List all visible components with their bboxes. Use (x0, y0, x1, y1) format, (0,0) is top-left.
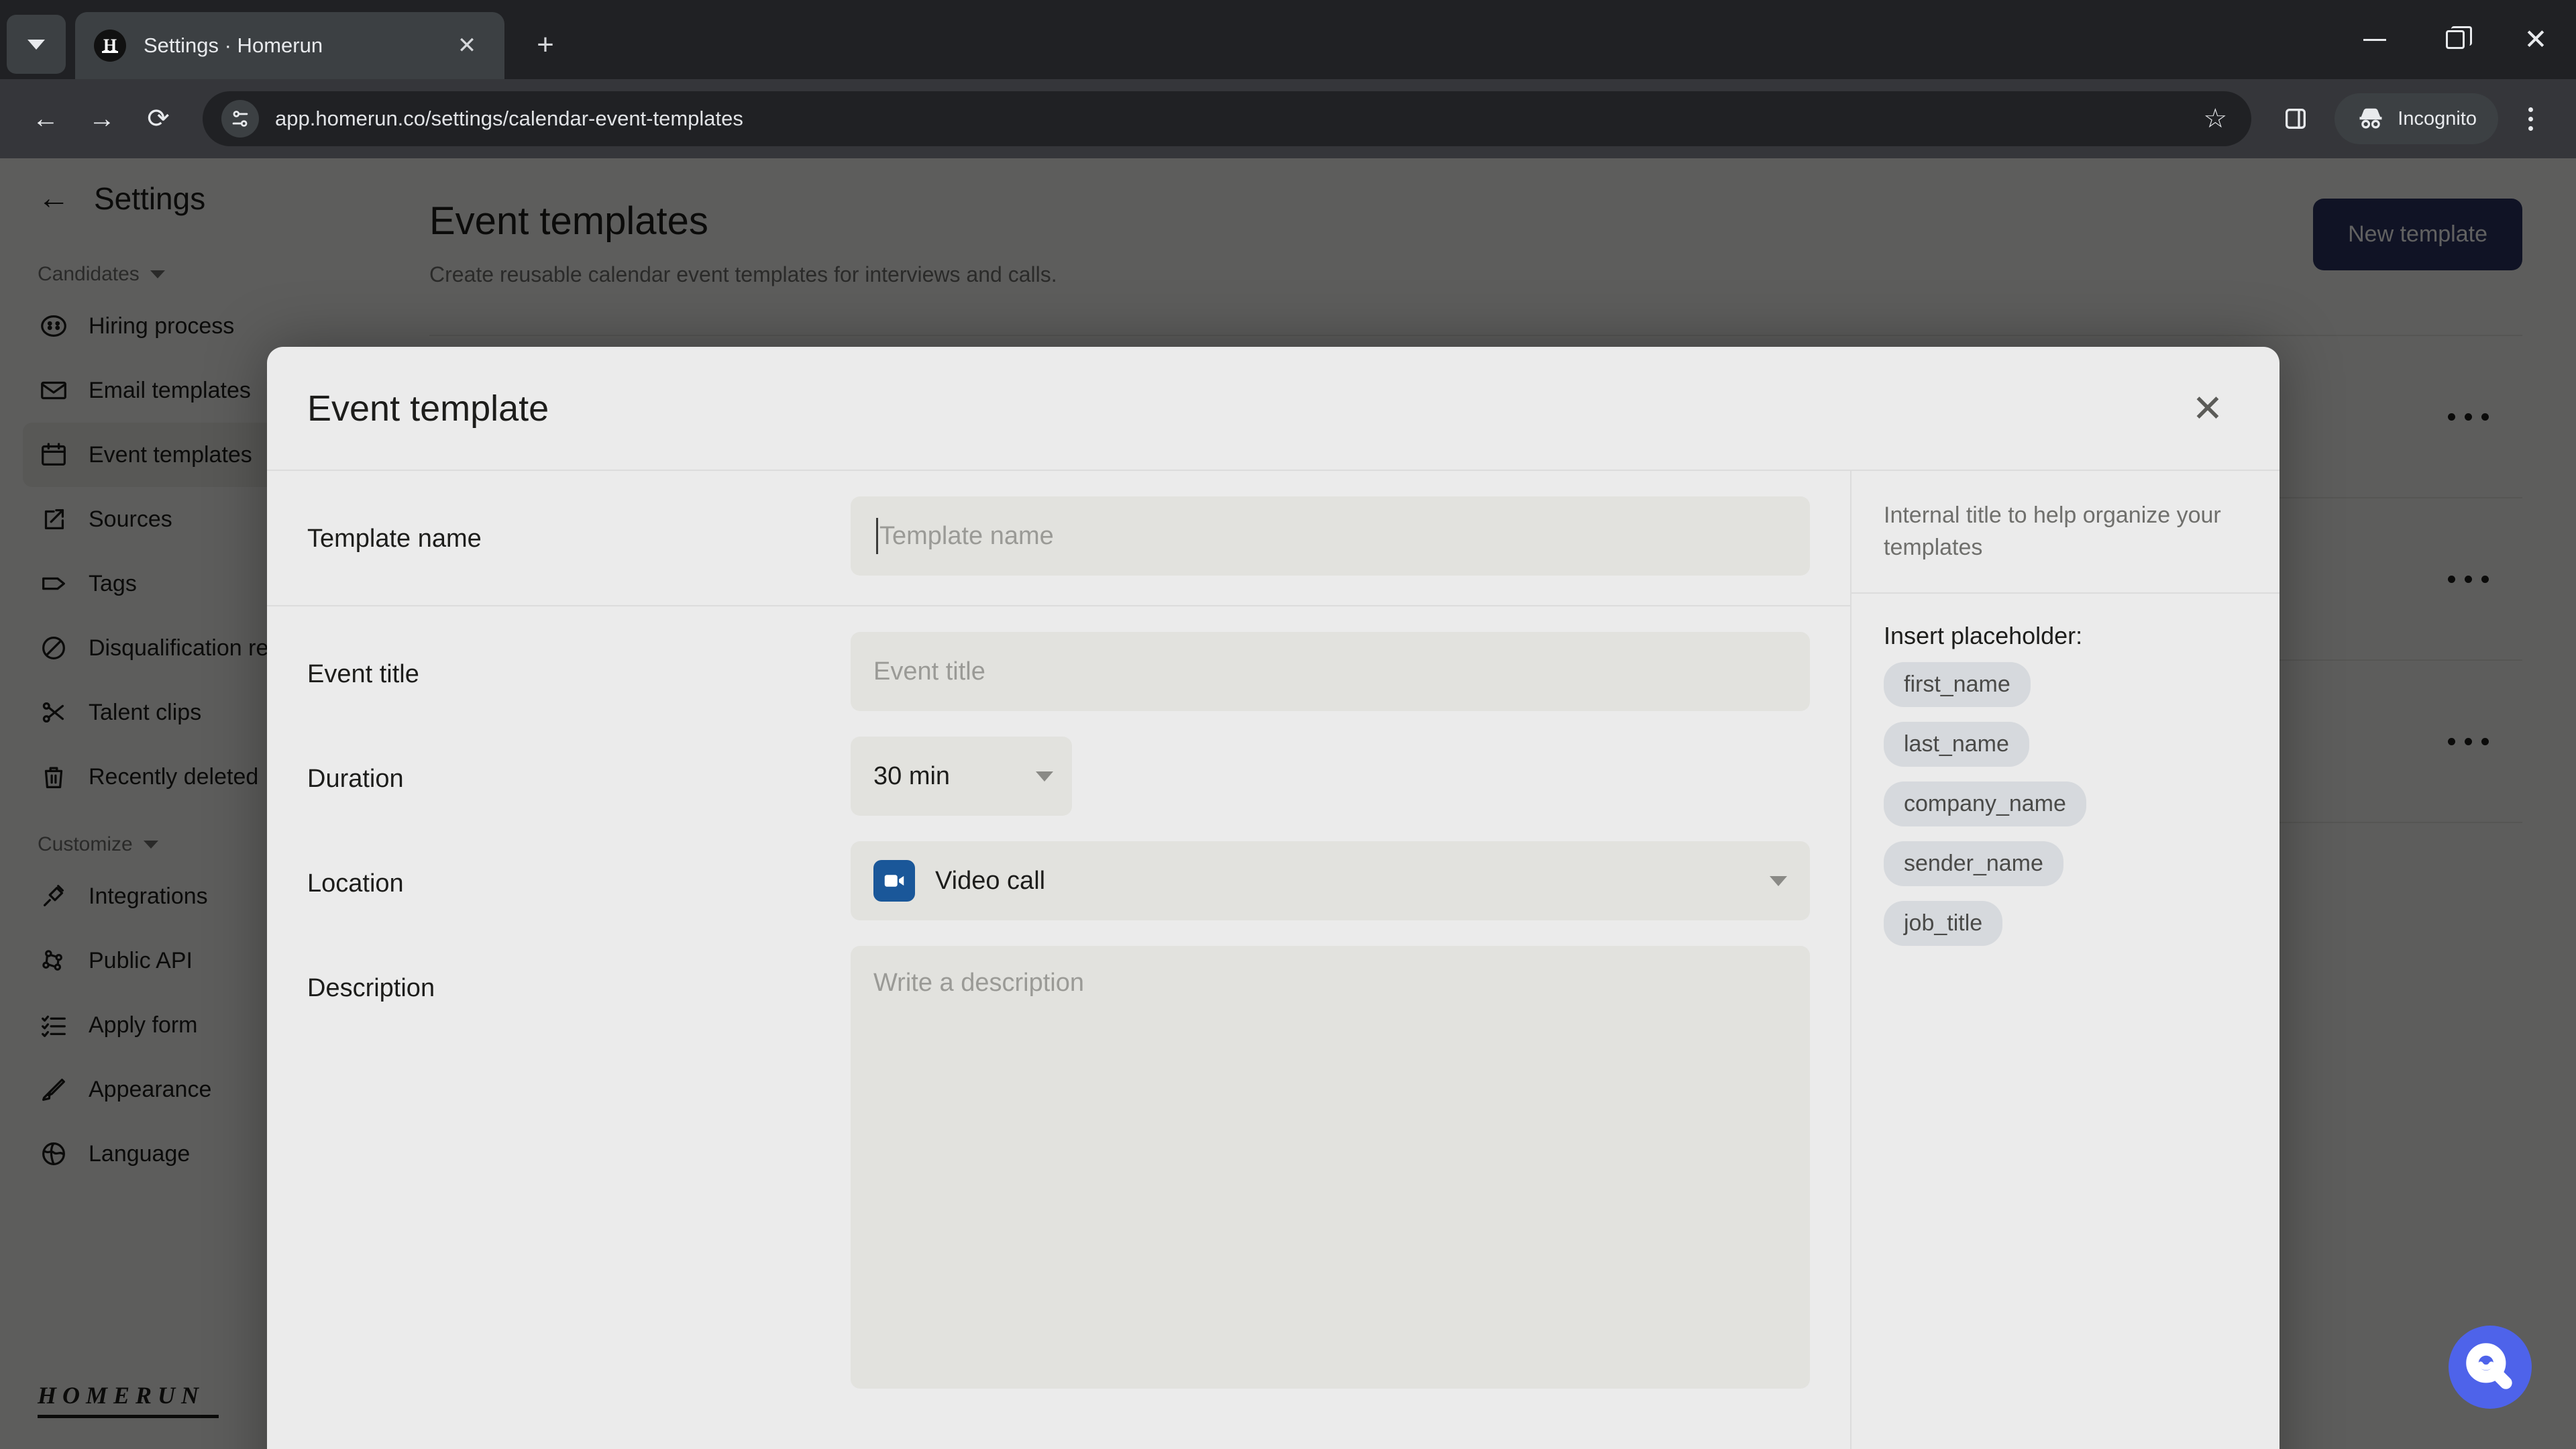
description-label: Description (307, 974, 435, 1002)
placeholder-chip-first-name[interactable]: first_name (1884, 661, 2031, 707)
maximize-icon (2446, 26, 2472, 49)
page-viewport: ← Settings Candidates Hiring process (0, 158, 2576, 1449)
video-call-icon (873, 860, 915, 902)
close-tab-button[interactable]: ✕ (448, 27, 486, 64)
favicon-homerun: H (94, 30, 126, 62)
duration-select[interactable]: 30 min (851, 737, 1072, 816)
browser-toolbar: ← → ⟳ app.homerun.co/settings/calendar-e… (0, 79, 2576, 158)
window-controls: ✕ (2334, 0, 2576, 79)
reload-button[interactable]: ⟳ (130, 91, 186, 147)
close-icon: ✕ (2524, 23, 2548, 55)
description-textarea[interactable]: Write a description (851, 946, 1810, 1389)
tab-strip: H Settings · Homerun ✕ + ✕ (0, 0, 2576, 79)
close-window-button[interactable]: ✕ (2496, 0, 2576, 79)
placeholders-panel: Insert placeholder: first_name last_name… (1851, 594, 2279, 974)
location-label: Location (307, 869, 404, 898)
modal-header: Event template ✕ (267, 347, 2279, 471)
field-row-duration: Duration 30 min (267, 711, 1850, 816)
template-name-placeholder: Template name (879, 521, 1054, 550)
browser-window: H Settings · Homerun ✕ + ✕ ← → ⟳ app.hom… (0, 0, 2576, 1449)
placeholder-chip-job-title[interactable]: job_title (1884, 900, 2003, 946)
duration-control: 30 min (851, 737, 1810, 816)
field-row-template-name: Template name Template name (267, 471, 1850, 606)
maximize-window-button[interactable] (2415, 0, 2496, 79)
template-name-label: Template name (307, 525, 482, 553)
modal-title: Event template (307, 388, 549, 429)
side-panel-icon[interactable] (2267, 91, 2324, 147)
location-select[interactable]: Video call (851, 841, 1810, 920)
search-smile-icon (2466, 1343, 2512, 1389)
kebab-dot (2528, 107, 2533, 112)
placeholder-chip-company-name[interactable]: company_name (1884, 781, 2086, 826)
location-control: Video call (851, 841, 1810, 920)
placeholder-chip-list: first_name last_name company_name sender… (1884, 661, 2247, 946)
location-value: Video call (935, 866, 1046, 895)
back-button[interactable]: ← (17, 91, 74, 147)
close-modal-button[interactable]: ✕ (2178, 378, 2238, 439)
chevron-down-icon (28, 39, 45, 50)
field-row-description: Description Write a description (267, 920, 1850, 1389)
placeholder-chip-last-name[interactable]: last_name (1884, 721, 2029, 767)
template-name-help-text: Internal title to help organize your tem… (1884, 502, 2221, 561)
tab-search-button[interactable] (7, 15, 66, 74)
field-row-location: Location Video call (267, 816, 1850, 920)
chevron-down-icon (1770, 875, 1787, 886)
template-name-control: Template name (851, 496, 1810, 576)
placeholder-chip-sender-name[interactable]: sender_name (1884, 841, 2063, 886)
modal-side-column: Internal title to help organize your tem… (1850, 471, 2279, 1449)
url-text: app.homerun.co/settings/calendar-event-t… (275, 107, 743, 130)
field-row-event-title: Event title Event title (267, 606, 1850, 711)
event-title-label: Event title (307, 660, 419, 688)
address-bar[interactable]: app.homerun.co/settings/calendar-event-t… (203, 91, 2252, 147)
minimize-window-button[interactable] (2334, 0, 2415, 79)
bookmark-icon[interactable]: ☆ (2187, 91, 2243, 147)
chevron-down-icon (1036, 771, 1053, 782)
template-name-help-block: Internal title to help organize your tem… (1851, 471, 2279, 594)
incognito-label: Incognito (2398, 107, 2477, 129)
kebab-dot (2528, 116, 2533, 121)
text-cursor (876, 518, 878, 554)
omnibox-actions: ☆ (2187, 91, 2243, 147)
duration-value: 30 min (873, 761, 951, 790)
duration-label: Duration (307, 765, 404, 793)
forward-button[interactable]: → (74, 91, 130, 147)
modal-form-column: Template name Template name Event title (267, 471, 1850, 1449)
insert-placeholder-label: Insert placeholder: (1884, 621, 2083, 649)
help-search-fab[interactable] (2449, 1326, 2532, 1409)
tab-title: Settings · Homerun (144, 34, 323, 57)
browser-tab[interactable]: H Settings · Homerun ✕ (75, 12, 504, 79)
minimize-icon (2363, 38, 2386, 41)
modal-body: Template name Template name Event title (267, 471, 2279, 1449)
incognito-hat-icon (2359, 108, 2382, 129)
kebab-dot (2528, 125, 2533, 131)
incognito-indicator[interactable]: Incognito (2334, 93, 2498, 144)
event-title-placeholder: Event title (873, 657, 985, 686)
new-tab-button[interactable]: + (522, 21, 569, 68)
event-template-modal: Event template ✕ Template name Template … (267, 347, 2279, 1449)
browser-menu-button[interactable] (2502, 91, 2559, 147)
template-name-input[interactable]: Template name (851, 496, 1810, 576)
site-settings-icon[interactable] (221, 100, 259, 138)
event-title-control: Event title (851, 632, 1810, 711)
event-title-input[interactable]: Event title (851, 632, 1810, 711)
description-control: Write a description (851, 946, 1810, 1389)
